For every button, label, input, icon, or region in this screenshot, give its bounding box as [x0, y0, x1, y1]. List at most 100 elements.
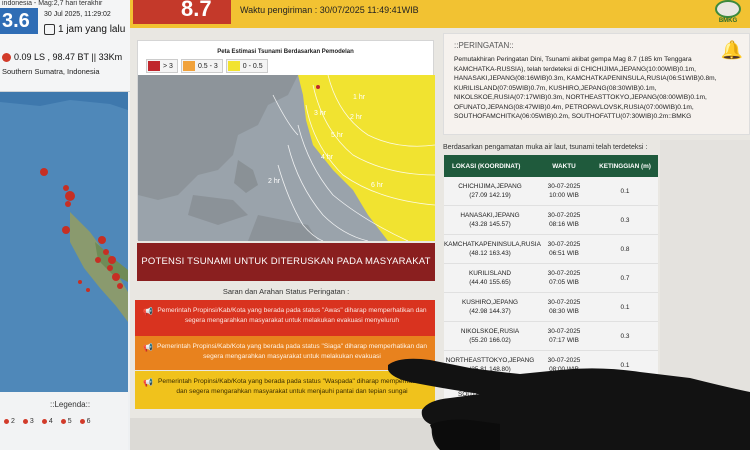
cell-time: 30-07-2025 06:51 WIB [536, 240, 592, 258]
cell-height: 0.1 [620, 303, 630, 311]
cell-clock: 06:51 WIB [549, 250, 579, 257]
warning-awas: 📢 Pemerintah Propinsi/Kab/Kota yang bera… [135, 300, 435, 336]
alert-magnitude: 8.7 [133, 0, 231, 24]
cell-clock: 08:30 WIB [549, 308, 579, 315]
table-row: KAMCHATKAPENINSULA,RUSIA (48.12 163.43) 30… [444, 235, 658, 264]
clock-icon [44, 24, 55, 35]
right-edge-panel [660, 140, 750, 450]
legend-item: 3 [22, 418, 34, 425]
legend-swatch-medium [182, 61, 195, 71]
observation-table-header: LOKASI (KOORDINAT) WAKTU KETINGGIAN (m) [444, 155, 658, 177]
advice-heading: Saran dan Arahan Status Peringatan : [222, 287, 350, 296]
bell-icon: 🔔 [720, 40, 744, 60]
sent-time: Waktu pengiriman : 30/07/2025 11:49:41WI… [240, 5, 419, 15]
cell-clock: 08:00 WIB [549, 366, 579, 373]
table-row: KUSHIRO,JEPANG (42.98 144.37) 30-07-2025 08… [444, 293, 658, 322]
hour-label: 4 hr [321, 154, 334, 161]
cell-location-name: KURILISLAND [469, 270, 511, 277]
cell-date: 30-07-2025 [547, 328, 581, 335]
cell-height: 0.3 [620, 332, 630, 340]
cell-location-coord: (55.20 166.02) [469, 337, 511, 344]
cell-location: SOUTHOFAMCHITKA [444, 390, 536, 399]
tsunami-map[interactable]: 2 hr 4 hr 6 hr 3 hr 5 hr 1 hr 2 hr [138, 75, 435, 241]
cell-height: 0.1 [620, 361, 630, 369]
cell-location-coord: (44.40 155.65) [469, 279, 511, 286]
cell-location: HANASAKI,JEPANG (43.28 145.57) [444, 211, 536, 229]
cell-height: 0.8 [620, 245, 630, 253]
cell-time: 30-07-2025 08:30 WIB [536, 298, 592, 316]
cell-location-name: SOUTHOFAMCHITKA [458, 390, 522, 398]
cell-clock: 07:05 WIB [549, 279, 579, 286]
cell-time: 30-07-2025 08:00 WIB [536, 356, 592, 374]
warning-waspada: 📢 Pemerintah Propinsi/Kab/Kota yang bera… [135, 371, 435, 409]
warning-update-card: ::PERINGATAN:: Pemutakhiran Peringatan D… [443, 33, 750, 135]
cell-location: KUSHIRO,JEPANG (42.98 144.37) [444, 298, 536, 316]
latest-quake-date: 30 Jul 2025, 11:29:02 [44, 11, 111, 18]
cell-time: 30-07-2025 10:00 WIB [536, 182, 592, 200]
cell-location-coord: (48.12 163.43) [469, 250, 511, 257]
cell-date: 30-07-2025 [547, 183, 581, 190]
hour-label: 6 hr [371, 182, 384, 189]
warning-siaga-text: Pemerintah Propinsi/Kab/Kota yang berada… [156, 343, 428, 360]
legend-dot-icon [41, 419, 47, 424]
warning-awas-text: Pemerintah Propinsi/Kab/Kota yang berada… [157, 307, 427, 324]
header-time: WAKTU [552, 162, 576, 170]
table-row: NORTHEASTTOKYO,JEPANG (35.81 148.80) 30-07… [444, 351, 658, 380]
latest-quake-ago-text: 1 jam yang lalu [58, 24, 126, 35]
warning-waspada-text: Pemerintah Propinsi/Kab/Kota yang berada… [158, 378, 426, 395]
warning-siaga: 📢 Pemerintah Propinsi/Kab/Kota yang bera… [135, 336, 435, 370]
table-row: HANASAKI,JEPANG (43.28 145.57) 30-07-2025 0… [444, 206, 658, 235]
tsunami-map-graphic: 2 hr 4 hr 6 hr 3 hr 5 hr 1 hr 2 hr [138, 75, 435, 241]
megaphone-icon: 📢 [143, 378, 153, 387]
legend-swatch-high [148, 61, 160, 71]
cell-location: CHICHIJIMA,JEPANG (27.09 142.19) [444, 182, 536, 200]
latest-quake-ago: 1 jam yang lalu [44, 24, 125, 35]
legend-dot-icon [60, 419, 66, 424]
legend-dot-icon [4, 419, 9, 424]
cell-time: 30-07-2025 07:17 WIB [536, 327, 592, 345]
cell-location-name: NORTHEASTTOKYO,JEPANG [445, 357, 535, 364]
cell-location-coord: (42.98 144.37) [469, 308, 511, 315]
tsunami-dashboard-screen: indonesia - Mag:2,7 hari terakhir 3.6 30… [0, 0, 750, 450]
warning-update-body: Pemutakhiran Peringatan Dini, Tsunami ak… [454, 56, 717, 120]
cell-location: KURILISLAND (44.40 155.65) [444, 269, 536, 287]
legend-item: 5 [60, 418, 72, 425]
legend-medium: 0.5 - 3 [180, 59, 223, 73]
header-height: KETINGGIAN (m) [599, 162, 651, 170]
left-earthquake-panel: indonesia - Mag:2,7 hari terakhir 3.6 30… [0, 0, 130, 450]
hour-label: 5 hr [331, 132, 344, 139]
cell-time: 30-07-2025 07:05 WIB [536, 269, 592, 287]
bmkg-emblem-icon [715, 0, 741, 18]
latest-quake-coords-text: 0.09 LS , 98.47 BT || 33Km [14, 52, 123, 62]
location-pin-icon [2, 52, 11, 62]
observation-rows: CHICHIJIMA,JEPANG (27.09 142.19) 30-07-202… [444, 177, 658, 409]
seismic-map[interactable] [0, 92, 128, 392]
hour-label: 2 hr [268, 178, 281, 185]
cell-location-name: NIKOLSKOE,RUSIA [460, 328, 520, 335]
latest-quake-card[interactable]: indonesia - Mag:2,7 hari terakhir 3.6 30… [0, 0, 130, 92]
cell-date: 30-07-2025 [547, 241, 581, 248]
legend-swatch-low [227, 61, 240, 71]
hour-label: 2 hr [350, 114, 363, 121]
bmkg-logo-text: BMKG [718, 18, 738, 24]
cell-location-coord: (35.81 148.80) [469, 366, 511, 373]
cell-clock: 10:00 WIB [549, 192, 579, 199]
cell-location: NIKOLSKOE,RUSIA (55.20 166.02) [444, 327, 536, 345]
megaphone-icon: 📢 [143, 307, 153, 316]
tsunami-potential-banner: POTENSI TSUNAMI UNTUK DITERUSKAN PADA MA… [137, 243, 435, 281]
quake-list-header: indonesia - Mag:2,7 hari terakhir [2, 0, 103, 7]
hour-label: 3 hr [314, 110, 327, 117]
legend-item: 2 [4, 418, 15, 425]
cell-date: 30-07-2025 [547, 299, 581, 306]
cell-time: 30-07-2025 08:16 WIB [536, 211, 592, 229]
cell-location-coord: (27.09 142.19) [469, 192, 511, 199]
seismic-legend: ::Legenda:: 2 3 4 5 6 [0, 392, 128, 450]
map-legend: > 3 0.5 - 3 0 - 0.5 [146, 59, 291, 73]
legend-high: > 3 [146, 59, 178, 73]
legend-dot-icon [79, 419, 85, 424]
legend-low: 0 - 0.5 [225, 59, 268, 73]
cell-clock: 08:16 WIB [549, 221, 579, 228]
legend-item: 6 [79, 418, 91, 425]
latest-quake-region: Southern Sumatra, Indonesia [2, 67, 100, 76]
cell-location-name: HANASAKI,JEPANG [460, 212, 520, 219]
